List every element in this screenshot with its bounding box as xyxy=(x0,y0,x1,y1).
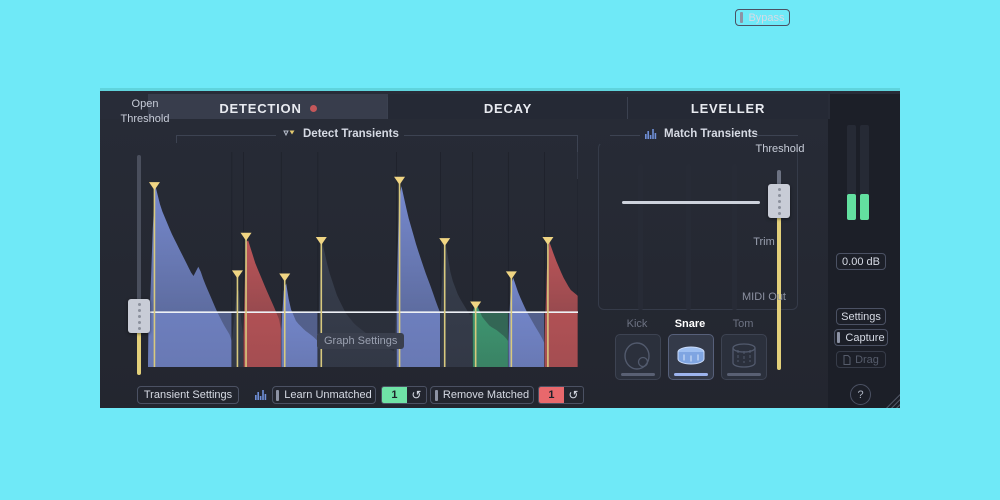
threshold-slider-knob[interactable] xyxy=(768,184,790,218)
match-bar xyxy=(638,164,643,310)
tom-drum-icon xyxy=(732,343,756,368)
match-rule-left xyxy=(610,135,640,136)
output-meter-left-fill xyxy=(847,194,856,220)
transient-marker-icon xyxy=(283,130,295,136)
learn-histogram-icon xyxy=(255,390,267,400)
resize-grip-icon[interactable] xyxy=(884,392,900,408)
midi-out-label: MIDI Out xyxy=(741,291,786,303)
drum-snare-underline xyxy=(674,373,708,376)
open-threshold-slider-knob[interactable] xyxy=(128,299,150,333)
open-threshold-slider-track[interactable] xyxy=(137,155,141,315)
tab-bar: DETECTION DECAY LEVELLER xyxy=(100,88,900,122)
bypass-led-icon xyxy=(740,12,744,23)
drum-snare-label: Snare xyxy=(674,318,706,330)
drum-snare-button[interactable] xyxy=(668,334,714,380)
drum-tom-button[interactable] xyxy=(721,334,767,380)
tab-leveller-label: LEVELLER xyxy=(690,100,766,116)
tab-detection-status-dot xyxy=(309,104,317,112)
match-transients-label: Match Transients xyxy=(664,128,758,140)
drum-selector: Kick Snare Tom xyxy=(615,318,767,380)
match-transients-panel xyxy=(598,142,798,310)
tab-detection[interactable]: DETECTION xyxy=(148,94,388,122)
learn-undo-icon[interactable]: ↺ xyxy=(407,387,426,403)
midi-capture-button[interactable]: Capture xyxy=(834,329,888,346)
tab-detection-label: DETECTION xyxy=(219,100,302,116)
kick-drum-icon xyxy=(624,342,650,370)
graph-settings-button[interactable]: Graph Settings xyxy=(317,333,405,349)
file-drag-icon xyxy=(843,354,851,365)
remove-undo-icon[interactable]: ↺ xyxy=(564,387,583,403)
tab-decay[interactable]: DECAY xyxy=(388,94,628,122)
remove-matched-button[interactable]: Remove Matched xyxy=(430,386,534,404)
learn-unmatched-button[interactable]: Learn Unmatched xyxy=(272,386,376,404)
output-meter-left xyxy=(847,125,856,220)
detect-transients-label: Detect Transients xyxy=(303,128,399,140)
bypass-zone xyxy=(830,94,900,122)
drum-snare[interactable]: Snare xyxy=(668,318,714,380)
learn-unmatched-count: 1 xyxy=(382,387,407,403)
match-bar xyxy=(686,164,691,310)
trim-label: Trim xyxy=(753,236,775,248)
open-threshold-label: Open Threshold xyxy=(120,98,170,125)
remove-matched-count-badge[interactable]: 1 ↺ xyxy=(538,386,584,404)
output-meter-right-fill xyxy=(860,194,869,220)
midi-drag-button[interactable]: Drag xyxy=(836,351,886,368)
drum-kick-underline xyxy=(621,373,655,376)
detect-rule-left xyxy=(176,135,276,136)
drum-tom-underline xyxy=(727,373,761,376)
bypass-label: Bypass xyxy=(748,11,785,24)
match-threshold-line xyxy=(622,201,760,204)
midi-settings-button[interactable]: Settings xyxy=(836,308,886,325)
learn-unmatched-led-icon xyxy=(276,389,280,401)
bypass-button[interactable]: Bypass xyxy=(735,9,790,26)
match-rule-right xyxy=(754,135,798,136)
drum-tom[interactable]: Tom xyxy=(721,318,767,380)
tab-divider xyxy=(387,97,388,119)
transient-settings-button[interactable]: Transient Settings xyxy=(137,386,239,404)
detect-transients-header: Detect Transients xyxy=(283,128,399,140)
remove-matched-count: 1 xyxy=(539,387,564,403)
threshold-label: Threshold xyxy=(755,143,805,155)
midi-capture-led-icon xyxy=(837,332,841,343)
trim-value-field[interactable]: 0.00 dB xyxy=(836,253,886,270)
histogram-icon xyxy=(645,129,657,139)
snare-drum-icon xyxy=(677,346,705,365)
tab-leveller[interactable]: LEVELLER xyxy=(628,94,828,122)
drum-kick-button[interactable] xyxy=(615,334,661,380)
drum-kick[interactable]: Kick xyxy=(615,318,661,380)
tab-divider xyxy=(627,97,628,119)
rule-cap xyxy=(176,135,177,143)
learn-unmatched-count-badge[interactable]: 1 ↺ xyxy=(381,386,427,404)
match-transients-header: Match Transients xyxy=(645,128,758,140)
tab-decay-label: DECAY xyxy=(483,100,533,116)
output-meter-right xyxy=(860,125,869,220)
remove-matched-led-icon xyxy=(434,389,438,401)
detect-rule-right xyxy=(404,135,578,136)
drum-tom-label: Tom xyxy=(732,318,754,330)
help-button[interactable]: ? xyxy=(850,384,871,405)
drum-kick-label: Kick xyxy=(626,318,648,330)
